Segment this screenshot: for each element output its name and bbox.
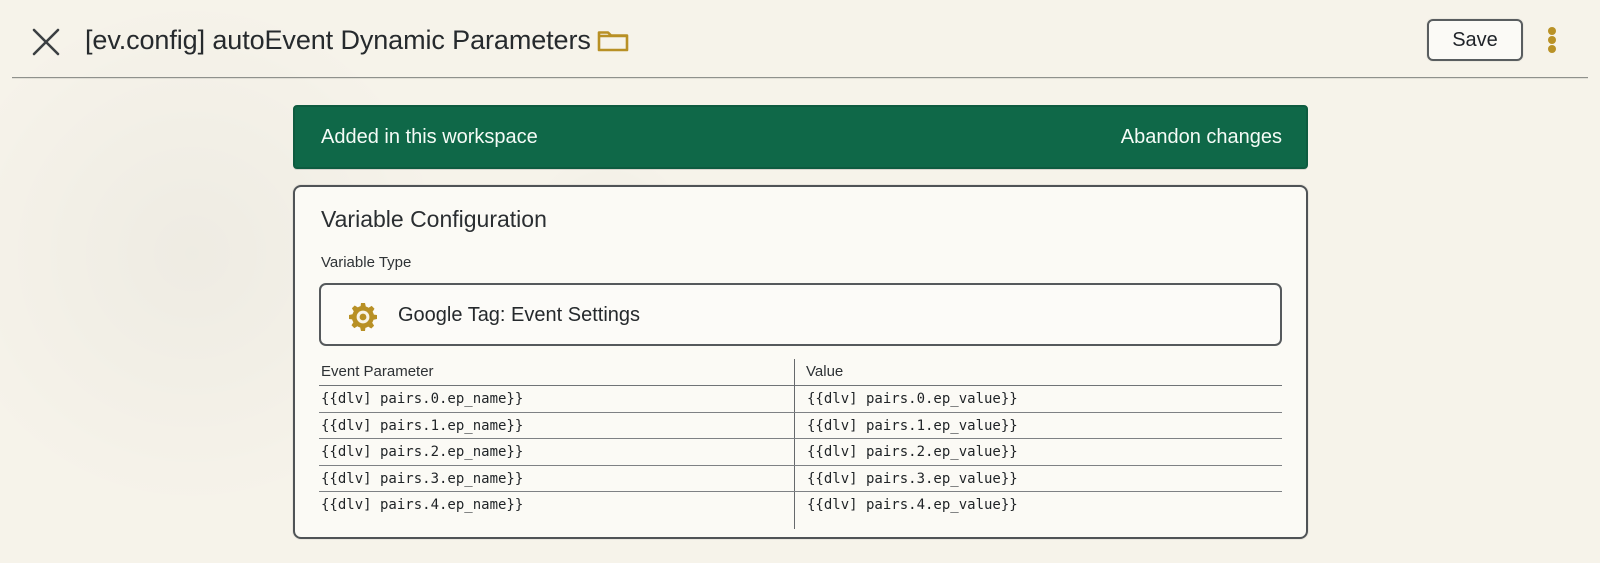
variable-configuration-panel: Variable Configuration Variable Type Goo… <box>293 185 1308 539</box>
more-vertical-icon <box>1548 45 1556 53</box>
table-row: {{dlv] pairs.2.ep_name}} {{dlv] pairs.2.… <box>319 439 1282 466</box>
event-parameters-table: Event Parameter Value {{dlv] pairs.0.ep_… <box>319 359 1282 529</box>
close-button[interactable] <box>28 24 64 60</box>
event-parameter-cell[interactable]: {{dlv] pairs.2.ep_name}} <box>321 443 523 461</box>
event-parameter-cell[interactable]: {{dlv] pairs.0.ep_name}} <box>321 390 523 408</box>
event-parameter-column-header: Event Parameter <box>321 363 434 380</box>
top-bar: [ev.config] autoEvent Dynamic Parameters… <box>0 0 1600 79</box>
more-vertical-icon <box>1548 36 1556 44</box>
table-row: {{dlv] pairs.0.ep_name}} {{dlv] pairs.0.… <box>319 386 1282 413</box>
more-options-button[interactable] <box>1539 21 1565 59</box>
variable-editor-page: [ev.config] autoEvent Dynamic Parameters… <box>0 0 1600 563</box>
table-row: {{dlv] pairs.1.ep_name}} {{dlv] pairs.1.… <box>319 413 1282 439</box>
variable-type-value: Google Tag: Event Settings <box>398 304 641 326</box>
more-vertical-icon <box>1548 27 1556 35</box>
abandon-changes-link[interactable]: Abandon changes <box>1121 125 1282 149</box>
close-icon <box>32 28 60 56</box>
workspace-status-banner: Added in this workspace Abandon changes <box>293 105 1308 169</box>
value-cell[interactable]: {{dlv] pairs.4.ep_value}} <box>807 496 1018 514</box>
folder-icon <box>597 31 629 52</box>
value-column-header: Value <box>806 363 844 380</box>
page-title: [ev.config] autoEvent Dynamic Parameters <box>85 25 591 55</box>
workspace-status-text: Added in this workspace <box>321 126 538 148</box>
value-cell[interactable]: {{dlv] pairs.3.ep_value}} <box>807 470 1018 488</box>
variable-configuration-title: Variable Configuration <box>321 206 547 232</box>
event-parameter-cell[interactable]: {{dlv] pairs.3.ep_name}} <box>321 470 523 488</box>
save-button[interactable]: Save <box>1427 19 1523 61</box>
value-cell[interactable]: {{dlv] pairs.1.ep_value}} <box>807 417 1018 435</box>
event-parameter-cell[interactable]: {{dlv] pairs.1.ep_name}} <box>321 417 523 435</box>
value-cell[interactable]: {{dlv] pairs.2.ep_value}} <box>807 443 1018 461</box>
table-row: {{dlv] pairs.4.ep_name}} {{dlv] pairs.4.… <box>319 492 1282 519</box>
event-parameter-cell[interactable]: {{dlv] pairs.4.ep_name}} <box>321 496 523 514</box>
variable-type-label: Variable Type <box>321 254 412 271</box>
value-cell[interactable]: {{dlv] pairs.0.ep_value}} <box>807 390 1018 408</box>
table-row: {{dlv] pairs.3.ep_name}} {{dlv] pairs.3.… <box>319 466 1282 492</box>
gear-icon <box>347 301 379 333</box>
folder-button[interactable] <box>596 26 630 54</box>
table-header: Event Parameter Value <box>319 359 1282 386</box>
variable-type-selector[interactable]: Google Tag: Event Settings <box>319 283 1282 346</box>
